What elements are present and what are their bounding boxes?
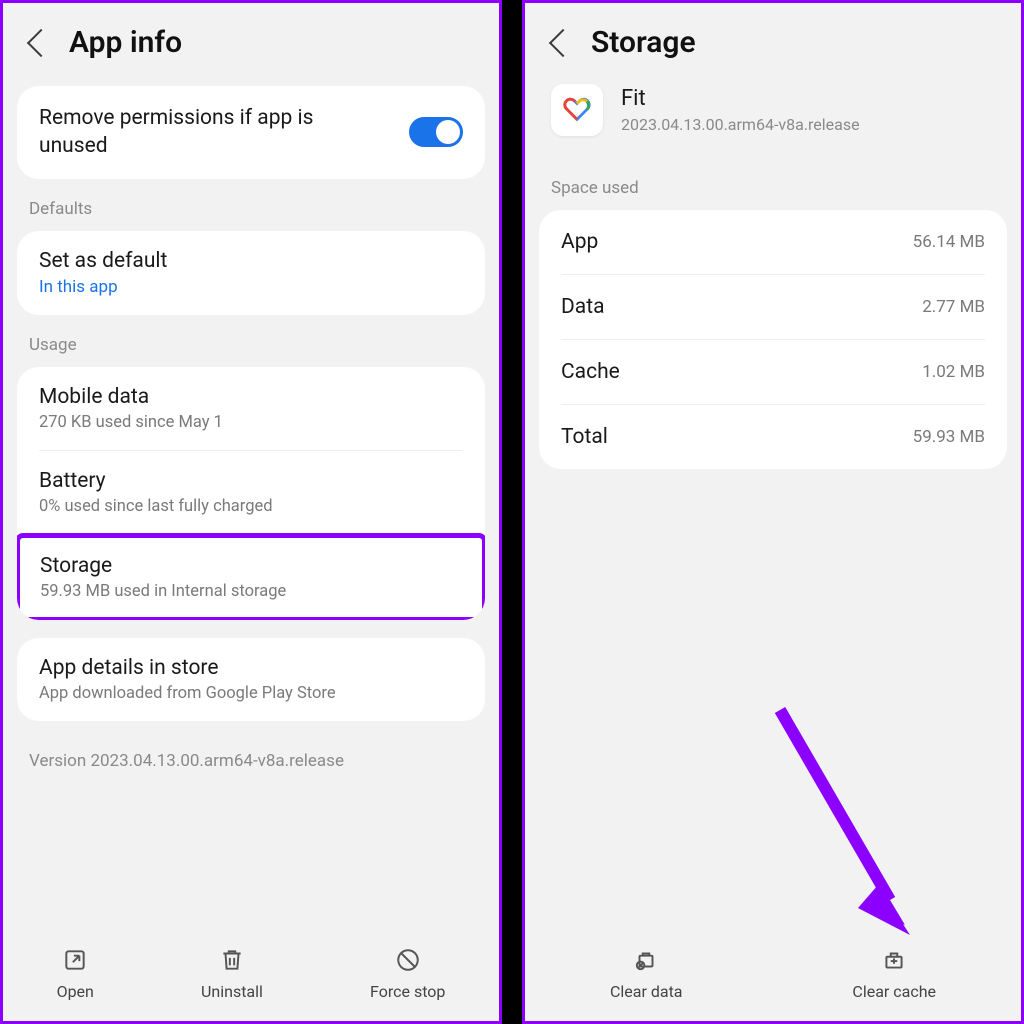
remove-permissions-toggle[interactable] — [409, 117, 463, 147]
mobile-data-title: Mobile data — [39, 385, 149, 409]
header: Storage — [525, 3, 1021, 80]
app-details-sub: App downloaded from Google Play Store — [39, 684, 336, 703]
remove-permissions-label: Remove permissions if app is unused — [39, 104, 370, 161]
app-info-screen: App info Remove permissions if app is un… — [0, 0, 502, 1024]
set-default-title: Set as default — [39, 249, 167, 273]
open-label: Open — [57, 982, 94, 1001]
clear-cache-icon — [880, 946, 908, 974]
page-title: App info — [69, 25, 182, 60]
mobile-data-sub: 270 KB used since May 1 — [39, 413, 223, 432]
app-version: 2023.04.13.00.arm64-v8a.release — [621, 115, 860, 134]
defaults-section-label: Defaults — [3, 185, 499, 225]
clear-data-icon — [632, 946, 660, 974]
storage-screen: Storage Fit 2023.04.13.00.arm64-v8a.rele… — [522, 0, 1024, 1024]
force-stop-button[interactable]: Force stop — [370, 946, 445, 1001]
battery-title: Battery — [39, 469, 106, 493]
version-text: Version 2023.04.13.00.arm64-v8a.release — [3, 727, 499, 771]
stop-icon — [394, 946, 422, 974]
app-size-label: App — [561, 230, 598, 254]
header: App info — [3, 3, 499, 80]
app-name: Fit — [621, 86, 860, 111]
force-stop-label: Force stop — [370, 982, 445, 1001]
screen-divider — [502, 0, 522, 1024]
mobile-data-row[interactable]: Mobile data 270 KB used since May 1 — [17, 367, 485, 450]
storage-sub: 59.93 MB used in Internal storage — [40, 582, 286, 601]
clear-data-label: Clear data — [610, 982, 683, 1001]
battery-row[interactable]: Battery 0% used since last fully charged — [17, 451, 485, 534]
data-size-value: 2.77 MB — [922, 297, 985, 317]
clear-data-button[interactable]: Clear data — [610, 946, 683, 1001]
app-icon — [551, 84, 603, 136]
storage-title: Storage — [40, 554, 112, 578]
bottom-action-bar: Open Uninstall Force stop — [3, 932, 499, 1021]
open-icon — [61, 946, 89, 974]
clear-cache-button[interactable]: Clear cache — [852, 946, 936, 1001]
set-default-sub: In this app — [39, 277, 118, 297]
remove-permissions-card[interactable]: Remove permissions if app is unused — [17, 86, 485, 179]
app-header: Fit 2023.04.13.00.arm64-v8a.release — [525, 80, 1021, 164]
uninstall-button[interactable]: Uninstall — [201, 946, 263, 1001]
cache-size-row: Cache 1.02 MB — [539, 340, 1007, 404]
total-size-row: Total 59.93 MB — [539, 405, 1007, 469]
cache-size-label: Cache — [561, 360, 620, 384]
back-icon[interactable] — [549, 28, 577, 56]
open-button[interactable]: Open — [57, 946, 94, 1001]
app-details-card[interactable]: App details in store App downloaded from… — [17, 638, 485, 721]
app-details-title: App details in store — [39, 656, 218, 680]
total-size-value: 59.93 MB — [913, 427, 985, 447]
uninstall-label: Uninstall — [201, 982, 263, 1001]
storage-row[interactable]: Storage 59.93 MB used in Internal storag… — [20, 538, 482, 617]
clear-cache-label: Clear cache — [852, 982, 936, 1001]
cache-size-value: 1.02 MB — [922, 362, 985, 382]
space-used-label: Space used — [525, 164, 1021, 204]
trash-icon — [218, 946, 246, 974]
data-size-row: Data 2.77 MB — [539, 275, 1007, 339]
app-size-row: App 56.14 MB — [539, 210, 1007, 274]
back-icon[interactable] — [27, 28, 55, 56]
set-as-default-card[interactable]: Set as default In this app — [17, 231, 485, 315]
total-size-label: Total — [561, 425, 608, 449]
space-used-card: App 56.14 MB Data 2.77 MB Cache 1.02 MB … — [539, 210, 1007, 469]
usage-section-label: Usage — [3, 321, 499, 361]
usage-card: Mobile data 270 KB used since May 1 Batt… — [17, 367, 485, 620]
storage-highlight: Storage 59.93 MB used in Internal storag… — [17, 533, 485, 620]
page-title: Storage — [591, 25, 696, 60]
google-fit-icon — [560, 91, 594, 129]
app-size-value: 56.14 MB — [913, 232, 985, 252]
battery-sub: 0% used since last fully charged — [39, 497, 273, 516]
data-size-label: Data — [561, 295, 605, 319]
bottom-action-bar: Clear data Clear cache — [525, 932, 1021, 1021]
